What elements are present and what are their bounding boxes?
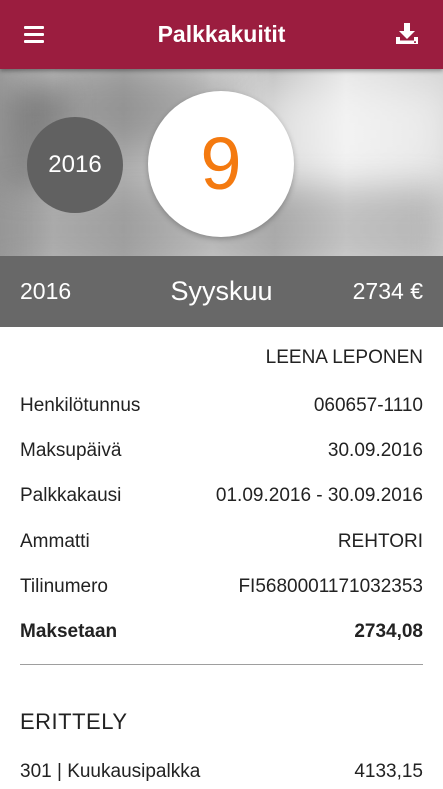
detail-row-henkilotunnus: Henkilötunnus 060657-1110	[20, 395, 423, 423]
breakdown-heading: ERITTELY	[20, 709, 128, 734]
detail-row-ammatti: Ammatti REHTORI	[20, 531, 423, 559]
detail-value: 30.09.2016	[327, 440, 423, 461]
detail-label: Henkilötunnus	[20, 395, 141, 416]
detail-label: Ammatti	[20, 531, 90, 552]
detail-row-palkkakausi: Palkkakausi 01.09.2016 - 30.09.2016	[20, 485, 423, 513]
detail-row-tilinumero: Tilinumero FI5680001171032353	[20, 576, 423, 604]
download-icon[interactable]	[393, 20, 421, 48]
detail-label: Maksetaan	[20, 621, 118, 642]
breakdown-row: 301 | Kuukausipalkka 4133,15	[20, 761, 423, 789]
detail-value: FI5680001171032353	[238, 576, 423, 597]
detail-row-maksupaiva: Maksupäivä 30.09.2016	[20, 440, 423, 468]
employee-name: LEENA LEPONEN	[265, 347, 423, 368]
year-selector[interactable]: 2016	[27, 117, 123, 213]
detail-label: Maksupäivä	[20, 440, 122, 461]
detail-value: 060657-1110	[313, 395, 423, 416]
detail-row-maksetaan: Maksetaan 2734,08	[20, 621, 423, 649]
detail-value: REHTORI	[337, 531, 423, 552]
period-summary-bar: 2016 Syyskuu 2734 €	[0, 256, 443, 327]
header-background: 2016 9	[0, 69, 443, 256]
app-title: Palkkakuitit	[157, 21, 286, 47]
detail-value: 01.09.2016 - 30.09.2016	[215, 485, 423, 506]
app-bar: Palkkakuitit	[0, 0, 443, 69]
detail-label: Tilinumero	[20, 576, 108, 597]
summary-amount: 2734 €	[352, 278, 423, 304]
month-selector[interactable]: 9	[148, 91, 294, 237]
divider	[20, 664, 423, 665]
detail-label: Palkkakausi	[20, 485, 122, 506]
detail-value: 2734,08	[354, 621, 423, 642]
breakdown-label: 301 | Kuukausipalkka	[20, 761, 201, 782]
breakdown-value: 4133,15	[354, 761, 423, 782]
